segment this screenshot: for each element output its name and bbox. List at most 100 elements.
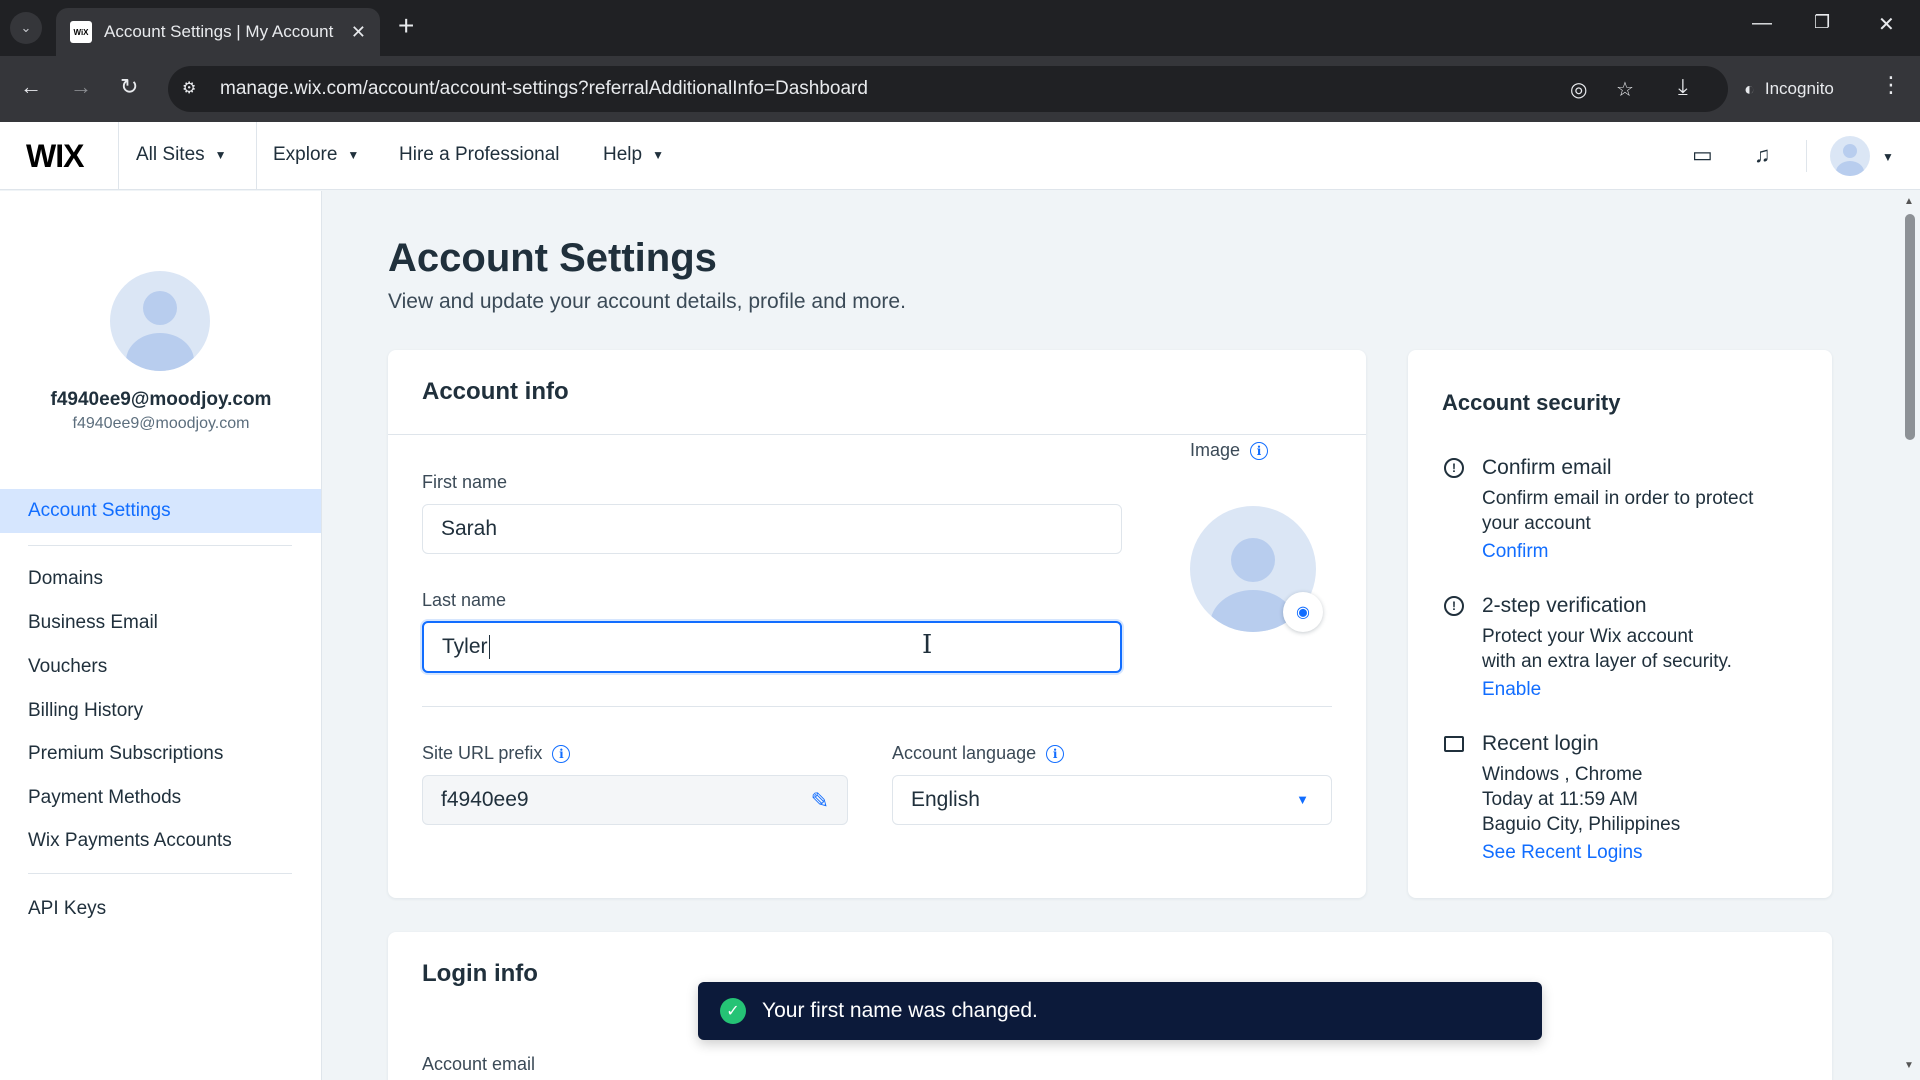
chevron-down-icon: ▼ [214, 148, 227, 162]
header-divider [256, 122, 257, 190]
bookmark-star-icon[interactable]: ☆ [1616, 77, 1634, 102]
nav-all-sites[interactable]: All Sites ▼ [136, 144, 227, 166]
account-language-label: Account language i [892, 743, 1065, 764]
sidebar-email-secondary: f4940ee9@moodjoy.com [72, 415, 250, 432]
last-name-input[interactable]: Tyler [422, 621, 1122, 673]
two-step-text-line-2: with an extra layer of security. [1482, 651, 1732, 672]
sidebar-item-payment-methods[interactable]: Payment Methods [0, 776, 321, 820]
bell-icon[interactable]: ♫ [1754, 142, 1771, 168]
chevron-down-icon: ▼ [347, 148, 360, 162]
sidebar-item-api-keys[interactable]: API Keys [0, 887, 321, 931]
scroll-down-arrow-icon[interactable]: ▼ [1904, 1060, 1914, 1071]
chevron-down-icon: ▼ [652, 148, 664, 162]
header-divider [1806, 140, 1807, 172]
sidebar-item-billing-history[interactable]: Billing History [0, 689, 321, 733]
forward-arrow-icon[interactable]: → [70, 74, 92, 100]
site-url-label-text: Site URL prefix [422, 743, 543, 763]
first-name-input[interactable]: Sarah [422, 504, 1122, 554]
sidebar-item-account-settings[interactable]: Account Settings [0, 489, 321, 533]
enable-two-step-link[interactable]: Enable [1482, 679, 1541, 701]
profile-avatar [110, 271, 210, 371]
account-email-label: Account email [422, 1054, 536, 1074]
sidebar-item-vouchers[interactable]: Vouchers [0, 645, 321, 689]
alert-circle-icon: ! [1444, 596, 1464, 616]
site-info-icon[interactable]: ⚙ [182, 78, 196, 98]
account-language-label-text: Account language [892, 743, 1037, 763]
back-arrow-icon[interactable]: ← [20, 74, 42, 100]
account-language-value: English [911, 788, 980, 811]
pencil-icon[interactable]: ✎ [811, 788, 829, 814]
card-divider [422, 706, 1332, 707]
toast-message: Your first name was changed. [762, 999, 1038, 1022]
reload-icon[interactable]: ↻ [120, 74, 138, 100]
user-avatar[interactable] [1830, 136, 1870, 176]
page-title: Account Settings [388, 236, 717, 280]
monitor-icon [1444, 736, 1464, 752]
sidebar-item-business-email[interactable]: Business Email [0, 601, 321, 645]
sidebar-item-wix-payments-accounts[interactable]: Wix Payments Accounts [0, 819, 321, 863]
nav-explore[interactable]: Explore ▼ [273, 144, 359, 166]
camera-icon[interactable]: ◉ [1283, 592, 1323, 632]
header-divider [118, 122, 119, 190]
tab-title: Account Settings | My Account [104, 22, 334, 41]
chat-icon[interactable]: ▭ [1692, 142, 1713, 168]
alert-circle-icon: ! [1444, 458, 1464, 478]
restore-icon[interactable]: ❐ [1814, 12, 1830, 33]
last-name-value: Tyler [442, 635, 488, 658]
scroll-up-arrow-icon[interactable]: ▲ [1904, 196, 1914, 207]
card-divider [388, 434, 1366, 435]
scrollbar-thumb[interactable] [1905, 214, 1915, 440]
browser-tab-bar: ⌄ WiX Account Settings | My Account ✕ + … [0, 0, 1920, 56]
wix-logo[interactable]: WIX [26, 138, 84, 175]
mouse-ibeam-cursor-icon: I [922, 630, 933, 660]
download-icon[interactable]: ⤓ [1678, 74, 1688, 100]
confirm-email-title: Confirm email [1482, 456, 1612, 479]
nav-help[interactable]: Help ▼ [603, 144, 664, 166]
account-info-title: Account info [422, 378, 569, 405]
sidebar-item-premium-subscriptions[interactable]: Premium Subscriptions [0, 732, 321, 776]
tab-close-icon[interactable]: ✕ [351, 22, 366, 43]
confirm-email-link[interactable]: Confirm [1482, 541, 1549, 563]
see-recent-logins-link[interactable]: See Recent Logins [1482, 842, 1643, 864]
eye-slash-icon[interactable]: ◎ [1570, 77, 1587, 102]
chevron-down-icon: ▼ [1296, 792, 1309, 807]
first-name-label: First name [422, 472, 508, 492]
recent-login-title: Recent login [1482, 732, 1599, 755]
site-url-label: Site URL prefix i [422, 743, 571, 764]
tab-search-icon[interactable]: ⌄ [10, 12, 42, 44]
nav-hire-professional[interactable]: Hire a Professional [399, 144, 560, 166]
account-language-dropdown[interactable]: English ▼ [892, 775, 1332, 825]
minimize-icon[interactable]: — [1752, 12, 1772, 35]
url-text[interactable]: manage.wix.com/account/account-settings?… [220, 78, 868, 100]
check-circle-icon: ✓ [720, 998, 746, 1024]
confirm-email-text-line-1: Confirm email in order to protect [1482, 488, 1754, 509]
sidebar-item-domains[interactable]: Domains [0, 557, 321, 601]
nav-hire-professional-label: Hire a Professional [399, 144, 560, 165]
login-info-title: Login info [422, 960, 538, 987]
success-toast: ✓ Your first name was changed. [698, 982, 1542, 1040]
sidebar-divider [28, 873, 292, 874]
browser-toolbar: ← → ↻ ⚙ manage.wix.com/account/account-s… [0, 56, 1920, 122]
browser-menu-icon[interactable]: ⋮ [1880, 72, 1902, 98]
address-bar[interactable]: ⚙ manage.wix.com/account/account-setting… [168, 66, 1728, 112]
new-tab-icon[interactable]: + [398, 10, 414, 42]
sidebar-email-primary: f4940ee9@moodjoy.com [50, 389, 272, 410]
nav-all-sites-label: All Sites [136, 144, 205, 165]
site-url-prefix-field: f4940ee9 ✎ [422, 775, 848, 825]
nav-help-label: Help [603, 144, 643, 165]
window-close-icon[interactable]: ✕ [1878, 12, 1895, 37]
two-step-text-line-1: Protect your Wix account [1482, 626, 1694, 647]
browser-tab-active[interactable]: WiX Account Settings | My Account ✕ [56, 8, 380, 56]
recent-login-location: Baguio City, Philippines [1482, 814, 1681, 835]
page-subtitle: View and update your account details, pr… [388, 290, 906, 313]
two-step-title: 2-step verification [1482, 594, 1647, 617]
info-icon[interactable]: i [552, 744, 571, 763]
sidebar: f4940ee9@moodjoy.com f4940ee9@moodjoy.co… [0, 191, 322, 1080]
incognito-icon: ◐ [1744, 78, 1755, 99]
info-icon[interactable]: i [1046, 744, 1065, 763]
incognito-indicator[interactable]: ◐ Incognito [1730, 66, 1854, 112]
wix-favicon-icon: WiX [70, 21, 92, 43]
info-icon[interactable]: i [1250, 441, 1269, 460]
chevron-down-icon[interactable]: ▼ [1882, 150, 1894, 164]
image-label: Image i [1190, 440, 1269, 461]
